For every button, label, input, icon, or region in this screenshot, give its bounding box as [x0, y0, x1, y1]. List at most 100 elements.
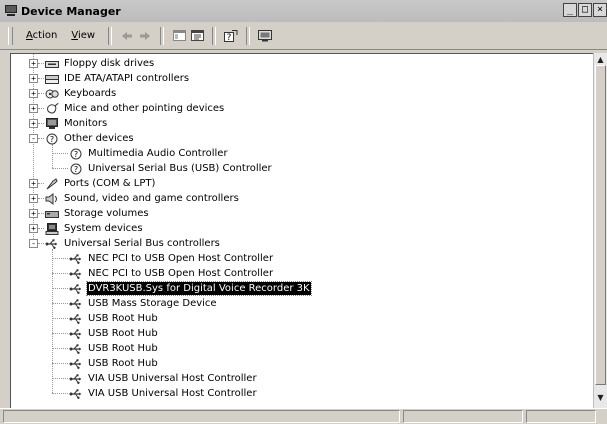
tree-device[interactable]: NEC PCI to USB Open Host Controller	[69, 251, 274, 266]
tree-connector	[38, 108, 44, 109]
tree-item-label: Universal Serial Bus (USB) Controller	[88, 163, 272, 174]
tree-connector	[52, 273, 68, 274]
floppy-drive-icon	[45, 58, 59, 70]
toolbar-separator	[108, 26, 113, 45]
expand-toggle[interactable]: +	[29, 104, 38, 113]
tree-connector	[38, 63, 44, 64]
tree-category[interactable]: IDE ATA/ATAPI controllers	[45, 71, 190, 86]
tree-connector	[38, 243, 44, 244]
ide-controller-icon	[45, 73, 59, 85]
toolbar: Action View ?	[0, 22, 607, 50]
usb-icon	[69, 313, 83, 325]
tree-device[interactable]: USB Root Hub	[69, 311, 159, 326]
tree-category[interactable]: Keyboards	[45, 86, 117, 101]
tree-category[interactable]: ? Other devices	[45, 131, 135, 146]
tree-item-label: NEC PCI to USB Open Host Controller	[88, 253, 274, 264]
tree-connector	[52, 318, 68, 319]
tree-device[interactable]: NEC PCI to USB Open Host Controller	[69, 266, 274, 281]
usb-icon	[69, 253, 83, 265]
tree-connector	[52, 363, 68, 364]
scroll-down-arrow-icon[interactable]: ▼	[596, 393, 605, 402]
expand-toggle[interactable]: +	[29, 179, 38, 188]
svg-text:?: ?	[50, 135, 54, 144]
usb-icon	[69, 298, 83, 310]
expand-toggle[interactable]: +	[29, 59, 38, 68]
expand-toggle[interactable]: +	[29, 209, 38, 218]
device-tree[interactable]: Floppy disk drives + IDE ATA/ATAPI control…	[10, 53, 593, 408]
tree-connector	[52, 378, 68, 379]
tree-device[interactable]: USB Root Hub	[69, 341, 159, 356]
tree-category[interactable]: Monitors	[45, 116, 108, 131]
tree-device[interactable]: USB Root Hub	[69, 356, 159, 371]
device-manager-icon	[4, 5, 18, 17]
expand-toggle[interactable]: +	[29, 119, 38, 128]
toolbar-separator	[160, 26, 165, 45]
expand-toggle[interactable]: +	[29, 74, 38, 83]
expand-toggle[interactable]: +	[29, 224, 38, 233]
status-bar	[0, 408, 607, 424]
scrollbar-thumb[interactable]	[595, 65, 606, 385]
port-icon	[45, 177, 59, 190]
expand-toggle[interactable]: +	[29, 194, 38, 203]
forward-arrow-icon[interactable]	[136, 27, 154, 45]
minimize-button[interactable]: _	[563, 3, 577, 17]
expand-toggle[interactable]: +	[29, 89, 38, 98]
tree-device[interactable]: VIA USB Universal Host Controller	[69, 386, 258, 401]
title-bar[interactable]: Device Manager _ □ ×	[0, 0, 607, 22]
svg-text:?: ?	[74, 165, 78, 174]
tree-connector	[52, 153, 68, 154]
tree-device[interactable]: ? Multimedia Audio Controller	[69, 146, 229, 161]
tree-connector	[38, 93, 44, 94]
tree-item-label: Storage volumes	[64, 208, 149, 219]
tree-connector	[38, 183, 44, 184]
toolbar-grip[interactable]	[8, 26, 13, 45]
tree-item-label: Sound, video and game controllers	[64, 193, 239, 204]
tree-item-label: Other devices	[64, 133, 134, 144]
close-button[interactable]: ×	[593, 3, 607, 17]
tree-connector	[52, 168, 68, 169]
tree-item-label: Keyboards	[64, 88, 117, 99]
collapse-toggle[interactable]: -	[29, 134, 38, 143]
tree-connector	[38, 228, 44, 229]
collapse-toggle[interactable]: -	[29, 239, 38, 248]
tree-connector	[52, 288, 68, 289]
menu-view[interactable]: View	[64, 30, 102, 41]
tree-category[interactable]: Sound, video and game controllers	[45, 191, 240, 206]
usb-icon	[69, 358, 83, 370]
svg-text:?: ?	[227, 33, 232, 42]
maximize-button[interactable]: □	[578, 3, 592, 17]
usb-icon	[45, 238, 59, 250]
tree-device[interactable]: ? Universal Serial Bus (USB) Controller	[69, 161, 273, 176]
vertical-scrollbar[interactable]: ▲ ▼	[593, 53, 607, 408]
tree-item-label: NEC PCI to USB Open Host Controller	[88, 268, 274, 279]
back-arrow-icon[interactable]	[118, 27, 136, 45]
svg-text:?: ?	[74, 150, 78, 159]
tree-category[interactable]: System devices	[45, 221, 144, 236]
tree-item-label: Monitors	[64, 118, 108, 129]
properties-icon[interactable]	[188, 27, 206, 45]
tree-item-label: System devices	[64, 223, 143, 234]
menu-action[interactable]: Action	[19, 30, 64, 41]
tree-device[interactable]: VIA USB Universal Host Controller	[69, 371, 258, 386]
show-hide-tree-icon[interactable]	[170, 27, 188, 45]
tree-category[interactable]: Universal Serial Bus controllers	[45, 236, 221, 251]
tree-connector	[52, 348, 68, 349]
status-panel-right	[526, 410, 596, 423]
tree-branch-line	[52, 249, 53, 393]
status-panel-middle	[403, 410, 523, 423]
window-title: Device Manager	[21, 4, 121, 18]
tree-device[interactable]: USB Root Hub	[69, 326, 159, 341]
scan-hardware-icon[interactable]	[256, 27, 274, 45]
tree-connector	[52, 333, 68, 334]
tree-item-label: USB Root Hub	[88, 358, 158, 369]
tree-category[interactable]: Mice and other pointing devices	[45, 101, 225, 116]
tree-category[interactable]: Floppy disk drives	[45, 56, 155, 71]
tree-category[interactable]: Storage volumes	[45, 206, 150, 221]
tree-device[interactable]: DVR3KUSB.Sys for Digital Voice Recorder …	[69, 281, 312, 296]
tree-device[interactable]: USB Mass Storage Device	[69, 296, 218, 311]
tree-item-label: IDE ATA/ATAPI controllers	[64, 73, 190, 84]
tree-category[interactable]: Ports (COM & LPT)	[45, 176, 156, 191]
help-icon[interactable]: ?	[222, 27, 240, 45]
scroll-up-arrow-icon[interactable]: ▲	[596, 55, 605, 64]
tree-item-label: Ports (COM & LPT)	[64, 178, 156, 189]
